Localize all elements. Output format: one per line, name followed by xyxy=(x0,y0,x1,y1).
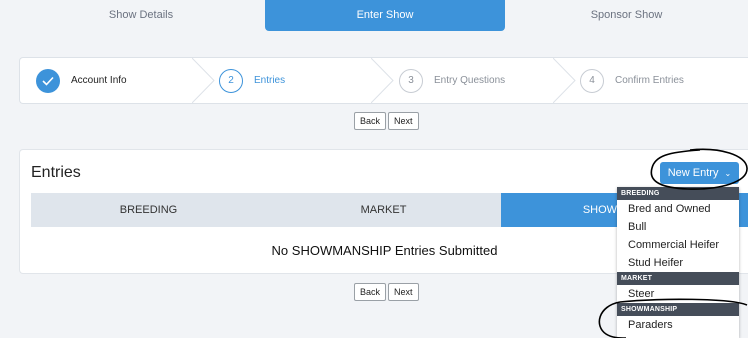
menu-item-commercial-heifer[interactable]: Commercial Heifer xyxy=(617,236,739,254)
next-button[interactable]: Next xyxy=(388,112,419,130)
step-label: Account Info xyxy=(71,75,127,86)
tab-market[interactable]: MARKET xyxy=(266,193,501,227)
step-divider xyxy=(553,58,576,103)
tab-enter-show[interactable]: Enter Show xyxy=(265,0,505,31)
next-button[interactable]: Next xyxy=(388,283,419,301)
new-entry-label: New Entry xyxy=(667,167,719,179)
step-divider xyxy=(371,58,394,103)
back-button[interactable]: Back xyxy=(354,112,387,130)
back-button[interactable]: Back xyxy=(354,283,387,301)
step-entry-questions[interactable]: 3 Entry Questions xyxy=(399,58,505,103)
dropdown-header-market: MARKET xyxy=(617,272,739,285)
step-label: Entry Questions xyxy=(434,75,506,86)
top-tabs: Show Details Enter Show Sponsor Show xyxy=(18,0,748,32)
new-entry-dropdown: BREEDING Bred and Owned Bull Commercial … xyxy=(617,187,739,338)
step-label: Entries xyxy=(254,75,286,86)
step-divider xyxy=(192,58,215,103)
tab-show-details[interactable]: Show Details xyxy=(18,0,264,31)
tab-breeding[interactable]: BREEDING xyxy=(31,193,266,227)
menu-item-stud-heifer[interactable]: Stud Heifer xyxy=(617,254,739,272)
pager-bottom: Back Next xyxy=(354,283,421,301)
tab-sponsor-show[interactable]: Sponsor Show xyxy=(505,0,748,31)
menu-item-paraders[interactable]: Paraders xyxy=(617,316,739,334)
step-number: 3 xyxy=(399,68,423,93)
menu-item-bred-and-owned[interactable]: Bred and Owned xyxy=(617,200,739,218)
step-number: 2 xyxy=(219,68,243,93)
new-entry-button[interactable]: New Entry ⌄ xyxy=(660,162,739,184)
step-confirm-entries[interactable]: 4 Confirm Entries xyxy=(580,58,684,103)
pager-top: Back Next xyxy=(354,112,421,130)
chevron-down-icon: ⌄ xyxy=(724,169,732,178)
step-entries[interactable]: 2 Entries xyxy=(219,58,285,103)
menu-item-bull[interactable]: Bull xyxy=(617,218,739,236)
step-account-info[interactable]: Account Info xyxy=(36,58,127,103)
step-label: Confirm Entries xyxy=(615,75,684,86)
entries-title: Entries xyxy=(31,164,81,181)
dropdown-header-breeding: BREEDING xyxy=(617,187,739,200)
menu-item-steer[interactable]: Steer xyxy=(617,285,739,303)
check-icon xyxy=(36,68,60,93)
progress-steps: Account Info 2 Entries 3 Entry Questions… xyxy=(19,57,748,104)
dropdown-header-showmanship: SHOWMANSHIP xyxy=(617,303,739,316)
step-number: 4 xyxy=(580,68,604,93)
